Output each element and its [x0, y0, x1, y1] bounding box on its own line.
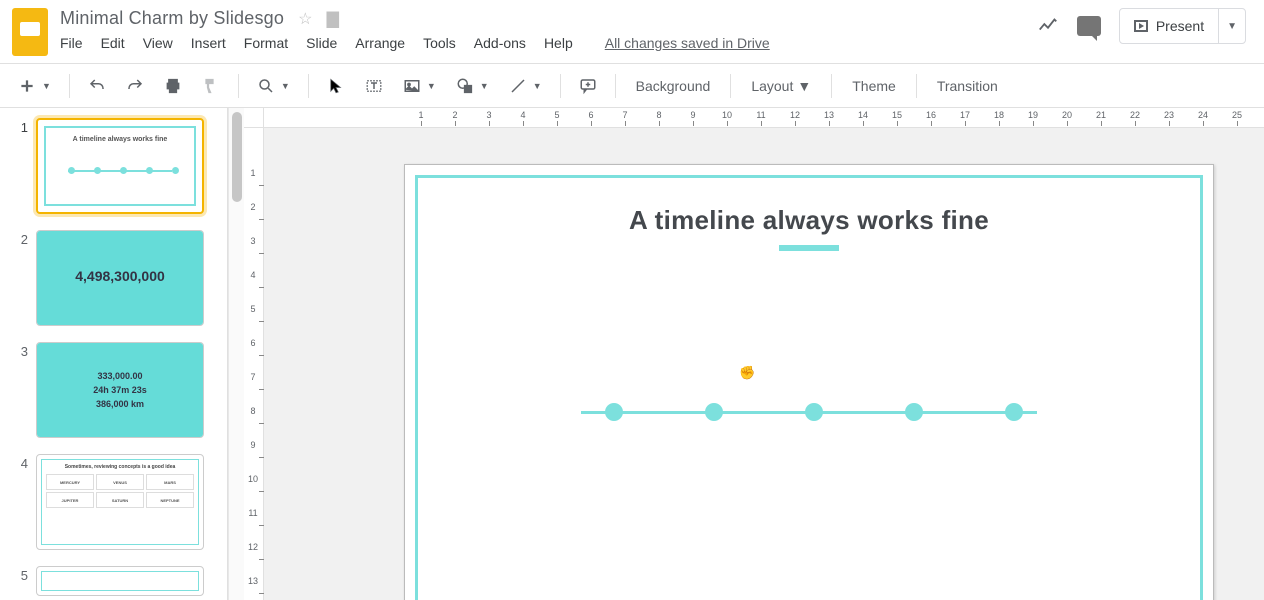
ruler-horizontal[interactable]: 1234567891011121314151617181920212223242…: [264, 108, 1264, 128]
transition-button[interactable]: Transition: [927, 72, 1008, 100]
timeline-dot-1[interactable]: [605, 403, 623, 421]
paint-format-button: [194, 71, 228, 101]
new-slide-button[interactable]: ▼: [10, 71, 59, 101]
menu-edit[interactable]: Edit: [101, 35, 125, 51]
menu-tools[interactable]: Tools: [423, 35, 456, 51]
textbox-tool[interactable]: [357, 71, 391, 101]
title-right: Present ▼: [1037, 8, 1252, 44]
slide-canvas[interactable]: A timeline always works fine ✊: [404, 164, 1214, 600]
layout-button[interactable]: Layout▼: [741, 72, 821, 100]
activity-icon[interactable]: [1037, 14, 1059, 39]
slides-logo[interactable]: [12, 8, 52, 48]
shape-tool[interactable]: ▼: [448, 71, 497, 101]
print-button[interactable]: [156, 71, 190, 101]
menu-arrange[interactable]: Arrange: [355, 35, 405, 51]
star-icon[interactable]: ☆: [298, 9, 313, 29]
timeline-dot-4[interactable]: [905, 403, 923, 421]
slide-thumb-4[interactable]: 4 Sometimes, reviewing concepts is a goo…: [14, 454, 221, 550]
move-folder-icon[interactable]: ▇: [327, 9, 340, 29]
theme-button[interactable]: Theme: [842, 72, 906, 100]
menu-file[interactable]: File: [60, 35, 83, 51]
slide-title[interactable]: A timeline always works fine: [405, 205, 1213, 236]
slide-thumb-2[interactable]: 2 4,498,300,000: [14, 230, 221, 326]
present-label: Present: [1156, 18, 1204, 34]
comment-button[interactable]: [571, 71, 605, 101]
redo-button[interactable]: [118, 71, 152, 101]
menu-insert[interactable]: Insert: [191, 35, 226, 51]
ruler-vertical[interactable]: 12345678910111213: [244, 128, 264, 600]
timeline-dot-2[interactable]: [705, 403, 723, 421]
film-strip-scrollbar[interactable]: [228, 108, 244, 600]
workspace: 1 A timeline always works fine 2 4,498,3…: [0, 108, 1264, 600]
canvas-area: 1234567891011121314151617181920212223242…: [244, 108, 1264, 600]
title-bar: Minimal Charm by Slidesgo ☆ ▇ File Edit …: [0, 0, 1264, 64]
slide-thumb-1[interactable]: 1 A timeline always works fine: [14, 118, 221, 214]
present-button-group: Present ▼: [1119, 8, 1246, 44]
menu-bar: File Edit View Insert Format Slide Arran…: [60, 35, 1037, 51]
undo-button[interactable]: [80, 71, 114, 101]
document-title[interactable]: Minimal Charm by Slidesgo: [60, 8, 284, 29]
slide-thumb-5[interactable]: 5: [14, 566, 221, 596]
slide-border-decoration: [415, 175, 1203, 600]
zoom-button[interactable]: ▼: [249, 71, 298, 101]
comments-icon[interactable]: [1077, 16, 1101, 36]
timeline-dot-3[interactable]: [805, 403, 823, 421]
menu-format[interactable]: Format: [244, 35, 288, 51]
select-tool[interactable]: [319, 71, 353, 101]
toolbar: ▼ ▼ ▼ ▼ ▼ Background Layout▼ Theme Trans…: [0, 64, 1264, 108]
menu-addons[interactable]: Add-ons: [474, 35, 526, 51]
title-underline: [779, 245, 839, 251]
line-tool[interactable]: ▼: [501, 71, 550, 101]
menu-slide[interactable]: Slide: [306, 35, 337, 51]
timeline-dot-5[interactable]: [1005, 403, 1023, 421]
canvas-viewport[interactable]: A timeline always works fine ✊: [264, 128, 1264, 600]
background-button[interactable]: Background: [626, 72, 721, 100]
menu-view[interactable]: View: [143, 35, 173, 51]
save-status[interactable]: All changes saved in Drive: [605, 35, 770, 51]
ruler-corner: [244, 108, 264, 128]
film-strip[interactable]: 1 A timeline always works fine 2 4,498,3…: [0, 108, 228, 600]
image-tool[interactable]: ▼: [395, 71, 444, 101]
menu-help[interactable]: Help: [544, 35, 573, 51]
present-icon: [1134, 20, 1148, 32]
title-block: Minimal Charm by Slidesgo ☆ ▇ File Edit …: [60, 8, 1037, 51]
present-dropdown[interactable]: ▼: [1218, 9, 1245, 43]
present-button[interactable]: Present: [1120, 18, 1218, 34]
slide-thumb-3[interactable]: 3 333,000.0024h 37m 23s386,000 km: [14, 342, 221, 438]
